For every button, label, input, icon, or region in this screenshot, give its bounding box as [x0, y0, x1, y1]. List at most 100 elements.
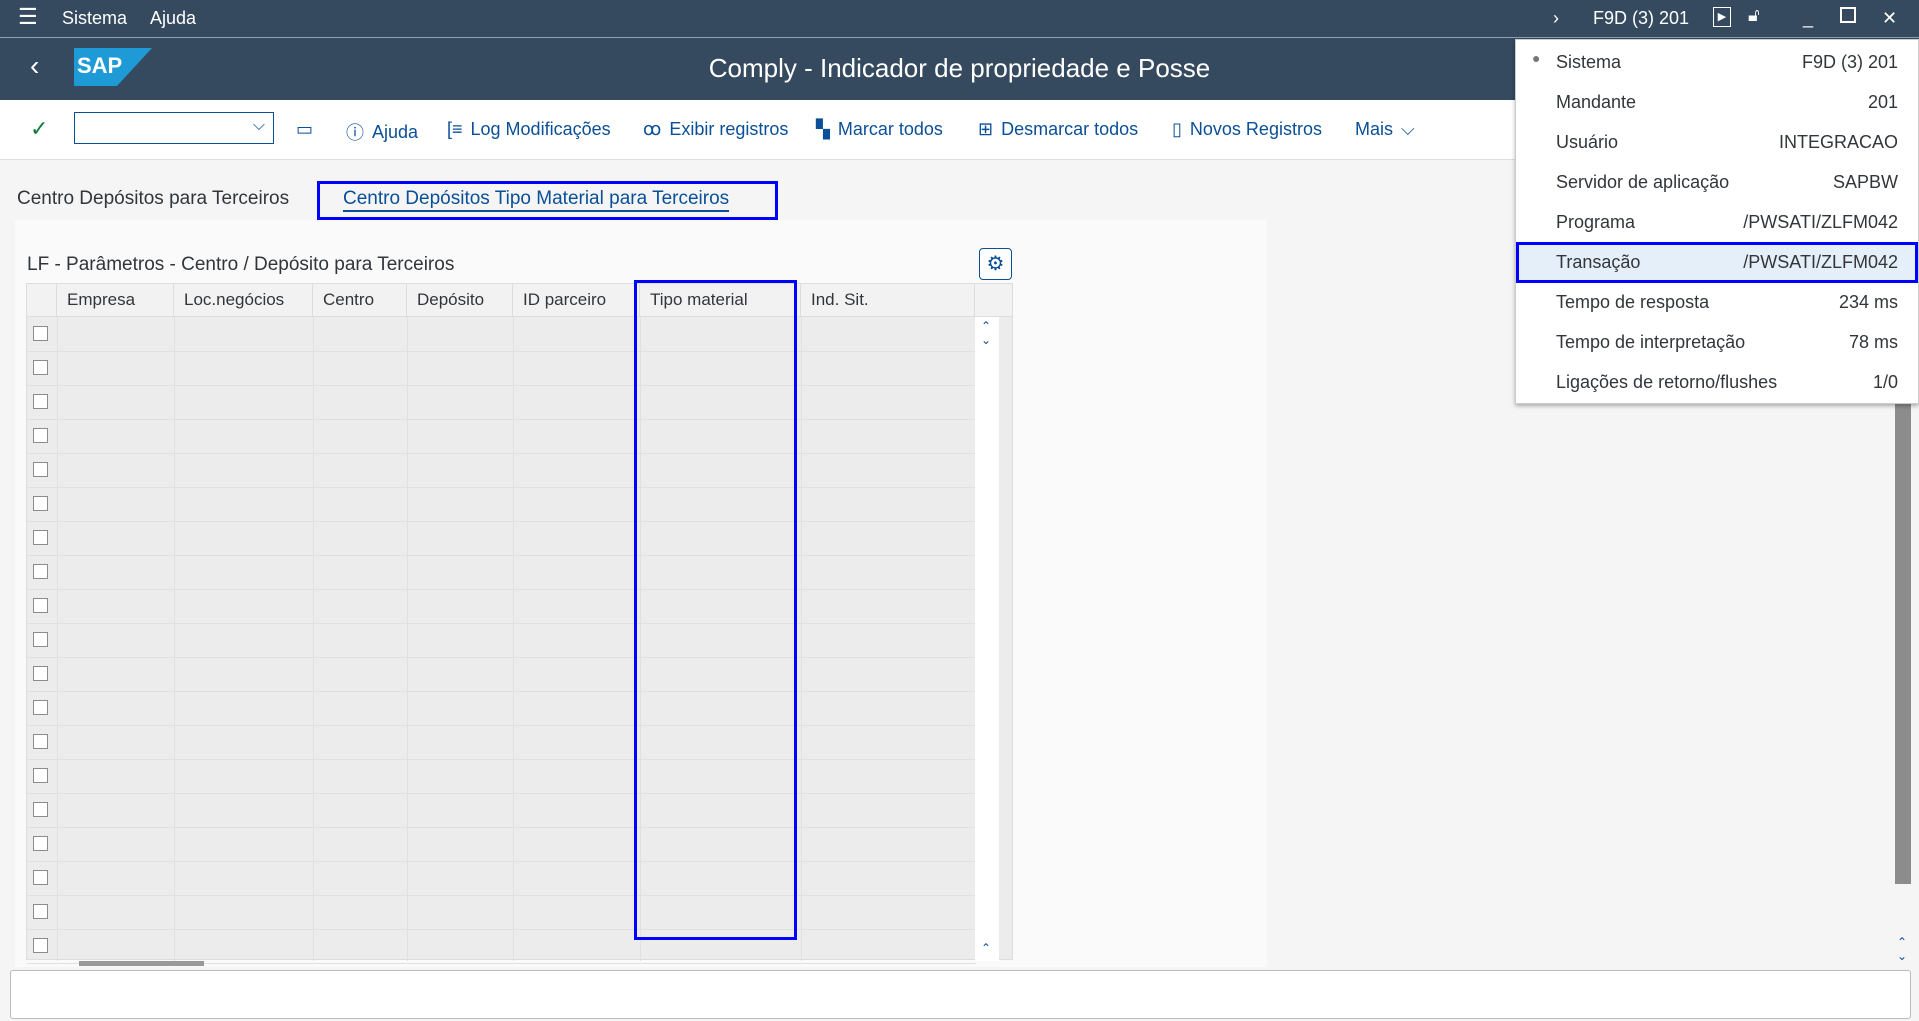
row-checkbox[interactable] [33, 598, 48, 613]
tab-centro-depositos[interactable]: Centro Depósitos para Terceiros [17, 188, 289, 210]
popup-item[interactable]: Sistema F9D (3) 201 [1556, 42, 1898, 82]
page-scroll-arrows[interactable]: ⌃ ⌄ [1897, 935, 1907, 963]
column-header[interactable]: Empresa [57, 284, 174, 317]
system-info-popup: ● Sistema F9D (3) 201 Mandante 201 Usuário IN… [1515, 39, 1919, 404]
popup-item[interactable]: Servidor de aplicação SAPBW [1556, 162, 1898, 202]
table-row [27, 351, 976, 352]
table-row [27, 827, 976, 828]
log-button[interactable]: [≡ Log Modificações [447, 119, 611, 140]
column-header[interactable]: Depósito [407, 284, 513, 317]
row-checkbox[interactable] [33, 564, 48, 579]
glasses-icon: ꝏ [643, 119, 662, 139]
row-checkbox[interactable] [33, 360, 48, 375]
popup-item-value: 78 ms [1848, 331, 1898, 352]
row-checkbox[interactable] [33, 700, 48, 715]
popup-item[interactable]: Transação/PWSATI/ZLFM042 [1556, 242, 1898, 282]
popup-item[interactable]: Ligações de retorno/flushes 1/0 [1556, 362, 1898, 402]
popup-item[interactable]: Tempo de resposta 234 ms [1556, 282, 1898, 322]
help-button[interactable]: ⓘ Ajuda [346, 119, 418, 145]
table-row [27, 385, 976, 386]
save-icon[interactable]: ▭ [296, 119, 313, 140]
popup-item[interactable]: Programa/PWSATI/ZLFM042 [1556, 202, 1898, 242]
row-checkbox[interactable] [33, 462, 48, 477]
column-header-empty [975, 284, 1012, 317]
chevron-down-icon: ⌵ [1401, 119, 1415, 139]
popup-item[interactable]: Tempo de interpretação 78 ms [1556, 322, 1898, 362]
menu-ajuda[interactable]: Ajuda [150, 8, 196, 29]
menu-sistema[interactable]: Sistema [62, 8, 127, 29]
row-checkbox[interactable] [33, 428, 48, 443]
top-bar: ☰ Sistema Ajuda › F9D (3) 201 ▶ 🔓︎ _ ✕ [0, 0, 1919, 38]
play-icon[interactable]: ▶ [1713, 7, 1731, 27]
table-row [27, 929, 976, 930]
table-row [27, 555, 976, 556]
unlock-icon[interactable]: 🔓︎ [1748, 5, 1760, 26]
row-checkbox[interactable] [33, 768, 48, 783]
row-checkbox[interactable] [33, 666, 48, 681]
popup-item-label: Mandante [1556, 91, 1637, 112]
row-checkbox[interactable] [33, 496, 48, 511]
row-checkbox[interactable] [33, 904, 48, 919]
close-icon[interactable]: ✕ [1882, 8, 1897, 29]
new-records-button[interactable]: ▯ Novos Registros [1172, 119, 1322, 140]
popup-item-value: SAPBW [1832, 171, 1898, 192]
row-checkbox[interactable] [33, 938, 48, 953]
log-icon: [≡ [447, 119, 463, 139]
deselect-all-icon: ⊞ [978, 119, 994, 139]
enter-check-icon[interactable]: ✓ [30, 116, 48, 142]
row-checkbox[interactable] [33, 836, 48, 851]
table-row [27, 487, 976, 488]
select-column-header[interactable] [27, 284, 57, 317]
status-bar [10, 970, 1911, 1019]
column-divider [407, 317, 408, 961]
display-records-button[interactable]: ꝏ Exibir registros [643, 119, 788, 140]
system-info[interactable]: F9D (3) 201 [1593, 8, 1689, 29]
select-all-button[interactable]: ▚ Marcar todos [816, 119, 943, 140]
row-checkbox[interactable] [33, 734, 48, 749]
table-row [27, 453, 976, 454]
table-row [27, 589, 976, 590]
row-checkbox[interactable] [33, 530, 48, 545]
chevron-right-icon[interactable]: › [1553, 8, 1559, 29]
popup-item-label: Programa [1556, 211, 1636, 232]
page-scrollbar-thumb[interactable] [1895, 404, 1911, 884]
popup-item-label: Transação [1556, 251, 1641, 272]
row-checkbox[interactable] [33, 394, 48, 409]
deselect-all-button[interactable]: ⊞ Desmarcar todos [978, 119, 1138, 140]
row-checkbox[interactable] [33, 326, 48, 341]
hamburger-menu-icon[interactable]: ☰ [18, 4, 38, 30]
row-checkbox[interactable] [33, 802, 48, 817]
table-row [27, 861, 976, 862]
popup-item-label: Tempo de resposta [1556, 291, 1710, 312]
popup-item-label: Ligações de retorno/flushes [1556, 371, 1778, 392]
highlight-box-tab [317, 181, 778, 220]
column-header[interactable]: ID parceiro [513, 284, 640, 317]
horizontal-scrollbar-thumb[interactable] [79, 961, 204, 966]
vertical-scrollbar[interactable]: ⌃ ⌄ ⌃ [975, 317, 999, 961]
command-field[interactable]: ⌵ [74, 112, 274, 144]
table-row [27, 895, 976, 896]
row-checkbox[interactable] [33, 632, 48, 647]
row-checkbox[interactable] [33, 870, 48, 885]
popup-item[interactable]: Mandante 201 [1556, 82, 1898, 122]
highlight-box-column [634, 280, 797, 940]
popup-item-label: Usuário [1556, 131, 1619, 152]
restore-icon[interactable] [1840, 7, 1856, 23]
popup-item-label: Tempo de interpretação [1556, 331, 1746, 352]
column-divider [801, 317, 802, 961]
column-header[interactable]: Loc.negócios [174, 284, 313, 317]
chevron-down-icon[interactable]: ⌵ [253, 117, 265, 135]
column-header[interactable]: Centro [313, 284, 407, 317]
table-title: LF - Parâmetros - Centro / Depósito para… [27, 254, 455, 275]
popup-item-label: Servidor de aplicação [1556, 171, 1730, 192]
column-header[interactable]: Ind. Sit. [801, 284, 975, 317]
minimize-icon[interactable]: _ [1803, 8, 1813, 29]
table-row [27, 521, 976, 522]
table-row [27, 759, 976, 760]
table-row [27, 691, 976, 692]
document-icon: ▯ [1172, 119, 1182, 139]
settings-gear-icon[interactable]: ⚙ [979, 248, 1012, 280]
popup-item[interactable]: Usuário INTEGRACAO [1556, 122, 1898, 162]
table-row [27, 793, 976, 794]
more-button[interactable]: Mais ⌵ [1355, 119, 1415, 140]
